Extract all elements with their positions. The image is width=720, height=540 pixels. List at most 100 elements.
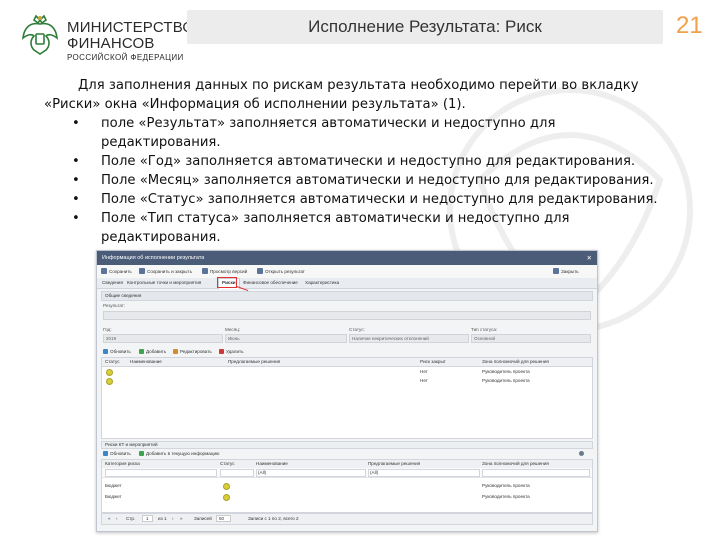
kt-toolbar: Обновить Добавить в текущую информацию (101, 449, 591, 458)
records-per-page-select[interactable]: 50 (216, 515, 232, 522)
filter-solutions[interactable]: (All) (368, 469, 480, 477)
risks-grid: Статус Наименование Предлагаемые решения… (101, 357, 593, 439)
risk-category-cell: Бюджет (105, 483, 122, 488)
double-headed-eagle-icon (22, 14, 58, 55)
status-type-field: Основной (471, 334, 591, 343)
authority-zone-cell: Руководитель проекта (482, 494, 530, 499)
risks-tab-highlight (217, 277, 237, 288)
kt-risks-header: Риски КТ и мероприятий (101, 441, 593, 449)
column-header[interactable]: Наименование (130, 359, 162, 364)
risk-closed-cell: Нет (420, 378, 428, 383)
status-label: Статус: (349, 327, 365, 332)
risks-toolbar: Обновить Добавить Редактировать Удалить (101, 347, 591, 356)
page-input[interactable]: 1 (142, 515, 153, 522)
general-info-header: Общие сведения (101, 291, 593, 301)
column-header[interactable]: Зона полномочий для решения (482, 461, 549, 466)
column-header[interactable]: Риск закрыт (420, 359, 446, 364)
instruction-bullet: Поле «Статус» заполняется автоматически … (72, 190, 674, 209)
open-result-button[interactable]: Открыть результат (257, 268, 305, 274)
status-indicator-icon (223, 483, 230, 490)
refresh-button[interactable]: Обновить (103, 349, 131, 354)
org-name-line3: РОССИЙСКОЙ ФЕДЕРАЦИИ (67, 52, 184, 62)
first-page-icon[interactable]: « (108, 516, 111, 521)
add-icon (139, 349, 144, 354)
result-info-window: Информация об исполнении результата ✕ Со… (96, 250, 598, 532)
authority-zone-cell: Руководитель проекта (482, 378, 530, 383)
filter-name[interactable]: (All) (256, 469, 366, 477)
window-close-icon[interactable]: ✕ (587, 254, 592, 262)
result-label: Результат: (103, 303, 126, 308)
instructions-text: Для заполнения данных по рискам результа… (44, 76, 674, 247)
versions-icon (202, 268, 208, 274)
prev-page-icon[interactable]: ‹ (116, 516, 118, 521)
filter-status[interactable] (220, 469, 254, 477)
edit-icon (173, 349, 178, 354)
pager: « ‹ Стр. 1 из 1 › » Записей 50 Записи с … (101, 513, 593, 525)
column-header[interactable]: Предлагаемые решения (368, 461, 420, 466)
filter-category[interactable] (105, 469, 217, 477)
instructions-list: поле «Результат» заполняется автоматичес… (44, 114, 674, 247)
add-risk-button[interactable]: Добавить (139, 349, 166, 354)
save-icon (101, 268, 107, 274)
ministry-logo: МИНИСТЕРСТВО ФИНАНСОВ РОССИЙСКОЙ ФЕДЕРАЦ… (20, 14, 194, 61)
column-header[interactable]: Категория риска (105, 461, 140, 466)
gear-icon (579, 451, 584, 456)
window-title: Информация об исполнении результата (102, 255, 205, 261)
tab-details[interactable]: Сведения (102, 280, 123, 285)
instruction-bullet: Поле «Месяц» заполняется автоматически и… (72, 171, 674, 190)
last-page-icon[interactable]: » (180, 516, 183, 521)
page-number: 21 (676, 12, 703, 39)
year-field: 2019 (103, 334, 223, 343)
tab-financing[interactable]: Финансовое обеспечение (243, 280, 298, 285)
open-result-icon (257, 268, 263, 274)
refresh-icon (103, 349, 108, 354)
column-header[interactable]: Зона полномочий для решения (482, 359, 549, 364)
save-button[interactable]: Сохранить (101, 268, 132, 274)
page-count: из 1 (158, 516, 167, 521)
save-close-icon (139, 268, 145, 274)
status-field: Наличие некритических отклонений (349, 334, 469, 343)
add-icon (139, 451, 144, 456)
view-versions-button[interactable]: Просмотр версий (202, 268, 247, 274)
close-icon (553, 268, 559, 274)
tab-checkpoints[interactable]: Контрольные точки и мероприятия (127, 280, 201, 285)
instructions-intro: Для заполнения данных по рискам результа… (44, 78, 639, 112)
kt-refresh-button[interactable]: Обновить (103, 451, 131, 456)
result-field (103, 311, 591, 320)
column-header[interactable]: Статус (220, 461, 235, 466)
risk-category-cell: Бюджет (105, 494, 122, 499)
month-label: Месяц: (225, 327, 241, 332)
risks-grid-header: Статус Наименование Предлагаемые решения… (102, 358, 592, 367)
next-page-icon[interactable]: › (172, 516, 174, 521)
window-toolbar: Сохранить Сохранить и закрыть Просмотр в… (97, 265, 597, 279)
page-label: Стр. (126, 516, 136, 521)
records-label: Записей (194, 516, 212, 521)
column-header[interactable]: Предлагаемые решения (228, 359, 280, 364)
risk-closed-cell: Нет (420, 369, 428, 374)
instruction-bullet: поле «Результат» заполняется автоматичес… (72, 114, 674, 152)
filter-zone[interactable] (482, 469, 590, 477)
save-close-button[interactable]: Сохранить и закрыть (139, 268, 192, 274)
kt-risks-grid: Категория риска Статус Наименование Пред… (101, 459, 593, 513)
month-field: Июнь (225, 334, 347, 343)
kt-settings-button[interactable] (579, 451, 584, 456)
column-header[interactable]: Наименование (256, 461, 288, 466)
delete-risk-button[interactable]: Удалить (219, 349, 244, 354)
status-indicator-icon (223, 494, 230, 501)
window-titlebar: Информация об исполнении результата ✕ (97, 251, 597, 265)
column-header[interactable]: Статус (105, 359, 120, 364)
refresh-icon (103, 451, 108, 456)
records-range-text: Записи с 1 по 2, всего 2 (248, 516, 299, 521)
kt-filter-row: (All) (All) (102, 468, 592, 478)
close-button[interactable]: Закрыть (553, 268, 579, 274)
add-to-info-button[interactable]: Добавить в текущую информацию (139, 451, 219, 456)
instruction-bullet: Поле «Тип статуса» заполняется автоматич… (72, 209, 674, 247)
status-indicator-icon (106, 369, 113, 376)
authority-zone-cell: Руководитель проекта (482, 369, 530, 374)
edit-risk-button[interactable]: Редактировать (173, 349, 212, 354)
authority-zone-cell: Руководитель проекта (482, 483, 530, 488)
status-indicator-icon (106, 378, 113, 385)
slide-title: Исполнение Результата: Риск (308, 17, 542, 36)
tab-characteristics[interactable]: Характеристика (305, 280, 339, 285)
org-name-line2: ФИНАНСОВ (67, 34, 155, 52)
